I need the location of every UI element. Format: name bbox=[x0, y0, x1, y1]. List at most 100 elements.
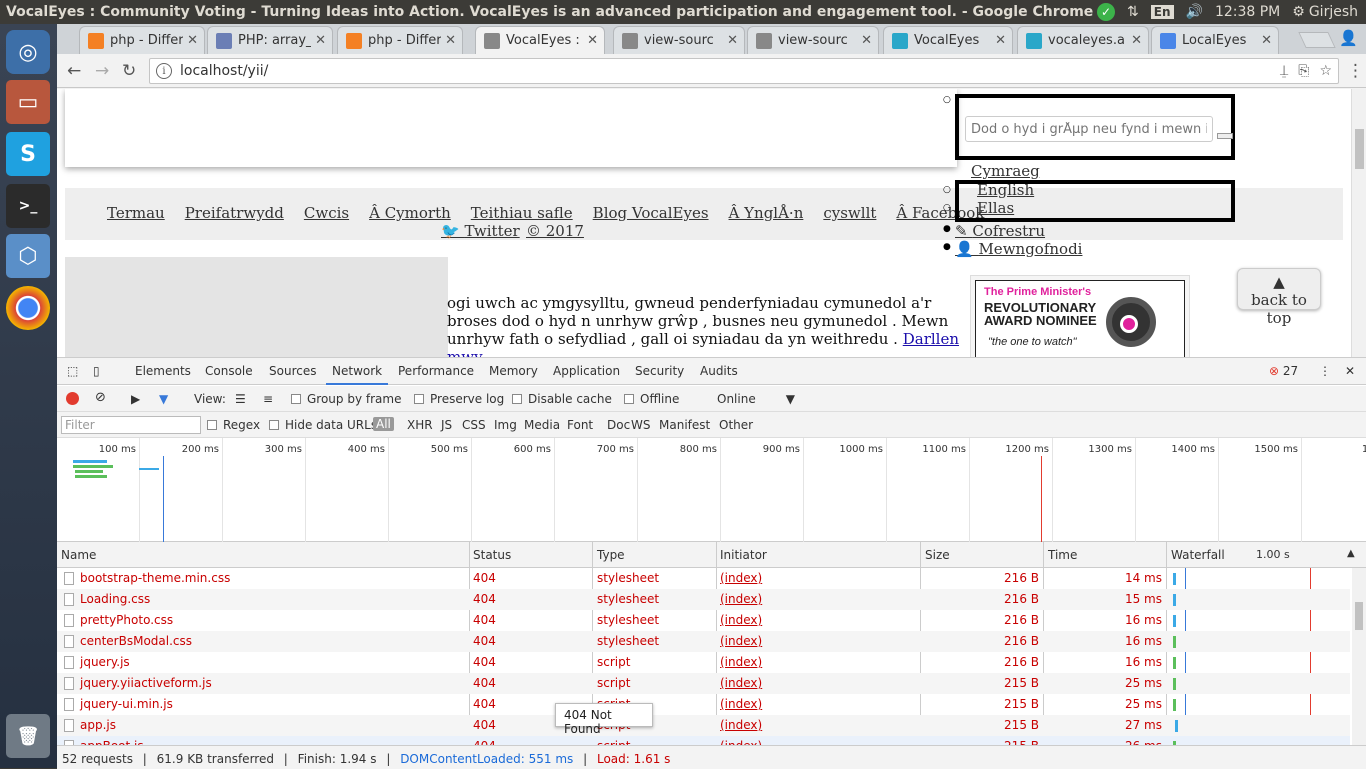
devtools-tab-network[interactable]: Network bbox=[325, 364, 389, 385]
request-list-scrollbar[interactable] bbox=[1352, 568, 1366, 745]
group-by-frame-checkbox[interactable]: Group by frame bbox=[291, 392, 401, 406]
type-filter-js[interactable]: JS bbox=[441, 418, 452, 432]
col-initiator[interactable]: Initiator bbox=[720, 548, 767, 562]
tab-close-icon[interactable]: ✕ bbox=[1131, 33, 1142, 48]
device-toggle-icon[interactable]: ▯ bbox=[93, 364, 100, 378]
tab-close-icon[interactable]: ✕ bbox=[587, 33, 598, 48]
footer-link[interactable]: Â Cymorth bbox=[369, 204, 451, 222]
type-filter-ws[interactable]: WS bbox=[631, 418, 650, 432]
user-name[interactable]: Girjesh bbox=[1309, 4, 1358, 20]
devtools-tab-security[interactable]: Security bbox=[635, 364, 684, 378]
col-time[interactable]: Time bbox=[1048, 548, 1077, 562]
login-link[interactable]: 👤 Mewngofnodi bbox=[955, 240, 1082, 258]
url-text[interactable]: localhost/yii/ bbox=[180, 63, 268, 79]
lang-cymraeg[interactable]: Cymraeg bbox=[971, 162, 1040, 180]
tab-close-icon[interactable]: ✕ bbox=[445, 33, 456, 48]
browser-tab[interactable]: php - Differ ✕ bbox=[79, 26, 205, 54]
address-bar[interactable]: i localhost/yii/ ⍊ ⎘ ☆ bbox=[149, 58, 1339, 84]
type-filter-img[interactable]: Img bbox=[494, 418, 517, 432]
devtools-tab-elements[interactable]: Elements bbox=[135, 364, 191, 378]
page-scrollbar[interactable] bbox=[1351, 89, 1366, 357]
tab-close-icon[interactable]: ✕ bbox=[861, 33, 872, 48]
record-button[interactable] bbox=[66, 392, 79, 405]
request-row[interactable]: jquery.js 404 script (index) 216 B 16 ms bbox=[57, 652, 1350, 673]
tab-close-icon[interactable]: ✕ bbox=[727, 33, 738, 48]
request-row[interactable]: jquery.yiiactiveform.js 404 script (index) 2… bbox=[57, 673, 1350, 694]
new-tab-button[interactable] bbox=[1298, 32, 1336, 48]
request-initiator[interactable]: (index) bbox=[720, 655, 762, 669]
footer-link[interactable]: Cwcis bbox=[304, 204, 349, 222]
col-type[interactable]: Type bbox=[597, 548, 625, 562]
type-filter-css[interactable]: CSS bbox=[462, 418, 486, 432]
regex-checkbox[interactable]: Regex bbox=[207, 418, 260, 432]
keyboard-lang-indicator[interactable]: En bbox=[1150, 5, 1174, 19]
footer-link[interactable]: Teithiau safle bbox=[471, 204, 573, 222]
lang-english[interactable]: English bbox=[977, 181, 1034, 199]
bookmark-star-icon[interactable]: ☆ bbox=[1319, 63, 1332, 79]
footer-link[interactable]: Termau bbox=[107, 204, 165, 222]
col-waterfall[interactable]: Waterfall bbox=[1171, 548, 1225, 562]
request-initiator[interactable]: (index) bbox=[720, 676, 762, 690]
lang-ellas[interactable]: Ellas bbox=[977, 199, 1014, 217]
request-initiator[interactable]: (index) bbox=[720, 592, 762, 606]
chrome-icon[interactable] bbox=[6, 286, 50, 330]
type-filter-other[interactable]: Other bbox=[719, 418, 753, 432]
profile-icon[interactable]: 👤 bbox=[1339, 29, 1358, 47]
page-action-icon[interactable]: ⍊ bbox=[1280, 63, 1288, 79]
col-name[interactable]: Name bbox=[61, 548, 96, 562]
devtools-tab-memory[interactable]: Memory bbox=[489, 364, 538, 378]
request-initiator[interactable]: (index) bbox=[720, 718, 762, 732]
waterfall-view-icon[interactable]: ≡ bbox=[263, 392, 273, 406]
type-filter-font[interactable]: Font bbox=[567, 418, 593, 432]
site-info-icon[interactable]: i bbox=[156, 63, 172, 79]
search-submit-button[interactable] bbox=[1217, 133, 1233, 139]
throttle-select[interactable]: Online ▼ bbox=[717, 392, 795, 406]
copyright-link[interactable]: © 2017 bbox=[526, 222, 584, 240]
back-to-top-button[interactable]: ▲ back to top bbox=[1237, 268, 1321, 327]
type-filter-manifest[interactable]: Manifest bbox=[659, 418, 710, 432]
trash-icon[interactable]: 🗑 bbox=[6, 714, 50, 758]
devtools-close-icon[interactable]: ✕ bbox=[1345, 364, 1355, 378]
request-row[interactable]: centerBsModal.css 404 stylesheet (index) 216… bbox=[57, 631, 1350, 652]
type-filter-media[interactable]: Media bbox=[524, 418, 560, 432]
reload-button[interactable]: ↻ bbox=[122, 61, 136, 81]
translate-icon[interactable]: ⎘ bbox=[1298, 63, 1309, 79]
devtools-tab-application[interactable]: Application bbox=[553, 364, 620, 378]
col-size[interactable]: Size bbox=[925, 548, 950, 562]
skype-icon[interactable]: S bbox=[6, 132, 50, 176]
tab-close-icon[interactable]: ✕ bbox=[315, 33, 326, 48]
request-initiator[interactable]: (index) bbox=[720, 571, 762, 585]
browser-tab[interactable]: vocaleyes.a ✕ bbox=[1017, 26, 1149, 54]
request-row[interactable]: jquery-ui.min.js404script(index)215 B25 … bbox=[57, 694, 1350, 715]
tab-close-icon[interactable]: ✕ bbox=[187, 33, 198, 48]
ubuntu-dash-icon[interactable]: ◎ bbox=[6, 30, 50, 74]
update-ok-icon[interactable]: ✓ bbox=[1097, 3, 1116, 21]
terminal-icon[interactable]: >_ bbox=[6, 184, 50, 228]
files-icon[interactable]: ▭ bbox=[6, 80, 50, 124]
forward-button[interactable]: → bbox=[95, 61, 109, 81]
footer-link[interactable]: Blog VocalEyes bbox=[593, 204, 709, 222]
browser-tab[interactable]: VocalEyes : ✕ bbox=[475, 26, 605, 54]
browser-tab[interactable]: php - Differ ✕ bbox=[337, 26, 463, 54]
volume-icon[interactable]: 🔊 bbox=[1186, 4, 1203, 20]
footer-link[interactable]: cyswllt bbox=[823, 204, 876, 222]
request-row[interactable]: app.js404script(index)215 B27 ms bbox=[57, 715, 1350, 736]
back-button[interactable]: ← bbox=[67, 61, 81, 81]
network-icon[interactable]: ⇅ bbox=[1127, 4, 1139, 20]
devtools-menu-icon[interactable]: ⋮ bbox=[1319, 364, 1331, 378]
twitter-link[interactable]: 🐦 Twitter bbox=[441, 222, 520, 240]
clock[interactable]: 12:38 PM bbox=[1215, 4, 1280, 20]
browser-tab[interactable]: view-sourc ✕ bbox=[747, 26, 879, 54]
group-search-input[interactable] bbox=[965, 116, 1213, 142]
disable-cache-checkbox[interactable]: Disable cache bbox=[512, 392, 612, 406]
menu-icon[interactable]: ⋮ bbox=[1347, 61, 1364, 81]
error-count-badge[interactable]: ⊗ 27 bbox=[1269, 364, 1298, 378]
type-filter-all[interactable]: All bbox=[373, 417, 394, 431]
request-row[interactable]: prettyPhoto.css 404 stylesheet (index) 216 B… bbox=[57, 610, 1350, 631]
virtualbox-icon[interactable]: ⬡ bbox=[6, 234, 50, 278]
filter-icon[interactable]: ▼ bbox=[159, 392, 168, 406]
footer-link[interactable]: Â YnglÅ·n bbox=[729, 204, 804, 222]
browser-tab[interactable]: PHP: array_ ✕ bbox=[207, 26, 333, 54]
clear-icon[interactable]: ⊘ bbox=[95, 390, 106, 405]
devtools-tab-audits[interactable]: Audits bbox=[700, 364, 738, 378]
